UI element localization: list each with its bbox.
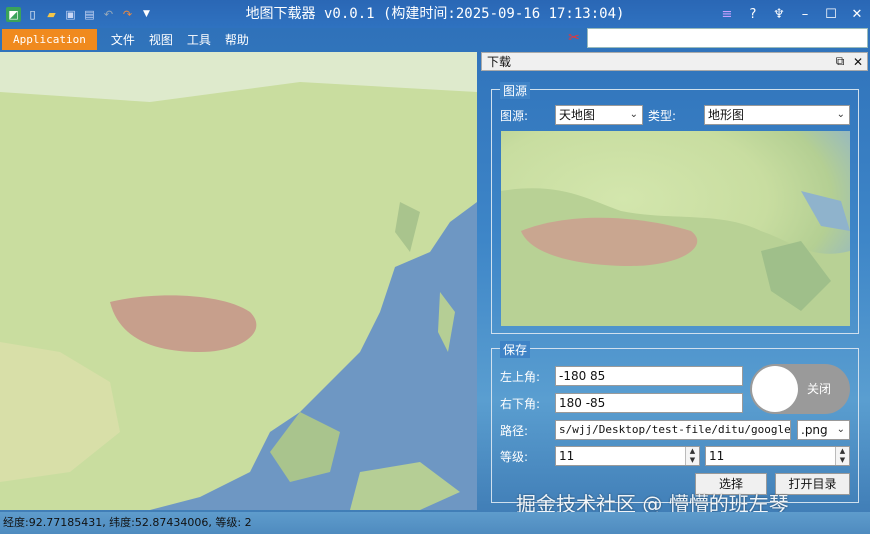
download-panel: 下载 ⧉ ✕ 图源 图源: 天地图 ⌄ 类型: 地形图 ⌄ 保存 左上角: -1… xyxy=(481,52,868,510)
open-folder-icon[interactable]: ▰ xyxy=(44,7,59,22)
menu-view[interactable]: 视图 xyxy=(149,31,173,48)
close-icon[interactable]: ✕ xyxy=(844,0,870,28)
tools-icon[interactable]: ✂ xyxy=(565,29,583,47)
top-left-input[interactable]: -180 85 xyxy=(555,366,743,386)
title-bar: ◩ ▯ ▰ ▣ ▤ ↶ ↷ ▼ 地图下载器 v0.0.1 (构建时间:2025-… xyxy=(0,0,870,28)
menu-file[interactable]: 文件 xyxy=(111,31,135,48)
maximize-icon[interactable]: ☐ xyxy=(818,0,844,28)
chevron-down-icon: ⌄ xyxy=(836,109,845,120)
toggle-label: 关闭 xyxy=(807,382,832,396)
map-app-icon: ◩ xyxy=(6,6,21,22)
level-min-value: 11 xyxy=(559,449,575,463)
path-input[interactable]: s/wjj/Desktop/test-file/ditu/googlemap xyxy=(555,420,791,440)
window-controls: ≡ ? ♆ – ☐ ✕ xyxy=(714,0,870,28)
spinner-arrows-icon[interactable]: ▲ ▼ xyxy=(685,447,699,465)
panel-title: 下载 xyxy=(487,55,512,69)
level-min-spinner[interactable]: 11 ▲ ▼ xyxy=(555,446,700,466)
chevron-down-icon: ⌄ xyxy=(836,424,845,435)
source-group-legend: 图源 xyxy=(500,82,531,99)
quick-access-toolbar: ◩ ▯ ▰ ▣ ▤ ↶ ↷ ▼ xyxy=(0,6,154,22)
status-coordinates: 经度:92.77185431, 纬度:52.87434006, 等级: 2 xyxy=(3,516,252,529)
map-preview xyxy=(501,131,850,326)
source-select[interactable]: 天地图 ⌄ xyxy=(555,105,643,125)
bottom-right-value: 180 -85 xyxy=(559,396,606,410)
type-select-value: 地形图 xyxy=(708,108,745,122)
bottom-right-input[interactable]: 180 -85 xyxy=(555,393,743,413)
save-as-icon[interactable]: ▤ xyxy=(82,7,97,22)
application-button[interactable]: Application xyxy=(2,28,97,50)
menu-tools[interactable]: 工具 xyxy=(187,31,211,48)
menu-icon[interactable]: ≡ xyxy=(714,0,740,28)
map-terrain xyxy=(0,52,477,510)
panel-header: 下载 ⧉ ✕ xyxy=(481,52,868,71)
save-icon[interactable]: ▣ xyxy=(63,7,78,22)
path-label: 路径: xyxy=(500,424,529,438)
panel-close-icon[interactable]: ✕ xyxy=(849,55,867,69)
dropdown-icon[interactable]: ▼ xyxy=(139,7,154,22)
toggle-knob xyxy=(752,366,798,412)
source-select-value: 天地图 xyxy=(559,108,596,122)
minimize-icon[interactable]: – xyxy=(792,0,818,28)
skin-icon[interactable]: ♆ xyxy=(766,0,792,28)
undo-icon[interactable]: ↶ xyxy=(101,7,116,22)
menu-help[interactable]: 帮助 xyxy=(225,31,249,48)
map-view[interactable] xyxy=(0,52,477,510)
top-left-value: -180 85 xyxy=(559,369,606,383)
spinner-arrows-icon[interactable]: ▲ ▼ xyxy=(835,447,849,465)
level-label: 等级: xyxy=(500,450,529,464)
type-select[interactable]: 地形图 ⌄ xyxy=(704,105,850,125)
status-bar: 经度:92.77185431, 纬度:52.87434006, 等级: 2 xyxy=(0,512,870,534)
close-toggle-switch[interactable]: 关闭 xyxy=(750,364,850,414)
level-max-spinner[interactable]: 11 ▲ ▼ xyxy=(705,446,850,466)
preview-terrain xyxy=(501,188,850,326)
path-value: s/wjj/Desktop/test-file/ditu/googlemap xyxy=(559,423,791,436)
redo-icon[interactable]: ↷ xyxy=(120,7,135,22)
level-max-value: 11 xyxy=(709,449,725,463)
format-select[interactable]: .png ⌄ xyxy=(797,420,850,440)
top-left-label: 左上角: xyxy=(500,370,541,384)
help-icon[interactable]: ? xyxy=(740,0,766,28)
bottom-right-label: 右下角: xyxy=(500,397,541,411)
new-file-icon[interactable]: ▯ xyxy=(25,7,40,22)
source-label: 图源: xyxy=(500,109,529,123)
chevron-down-icon: ⌄ xyxy=(629,109,638,120)
type-label: 类型: xyxy=(648,109,677,123)
search-input[interactable] xyxy=(587,28,868,48)
float-icon[interactable]: ⧉ xyxy=(831,54,849,69)
save-group-legend: 保存 xyxy=(500,341,531,358)
format-select-value: .png xyxy=(801,423,828,437)
